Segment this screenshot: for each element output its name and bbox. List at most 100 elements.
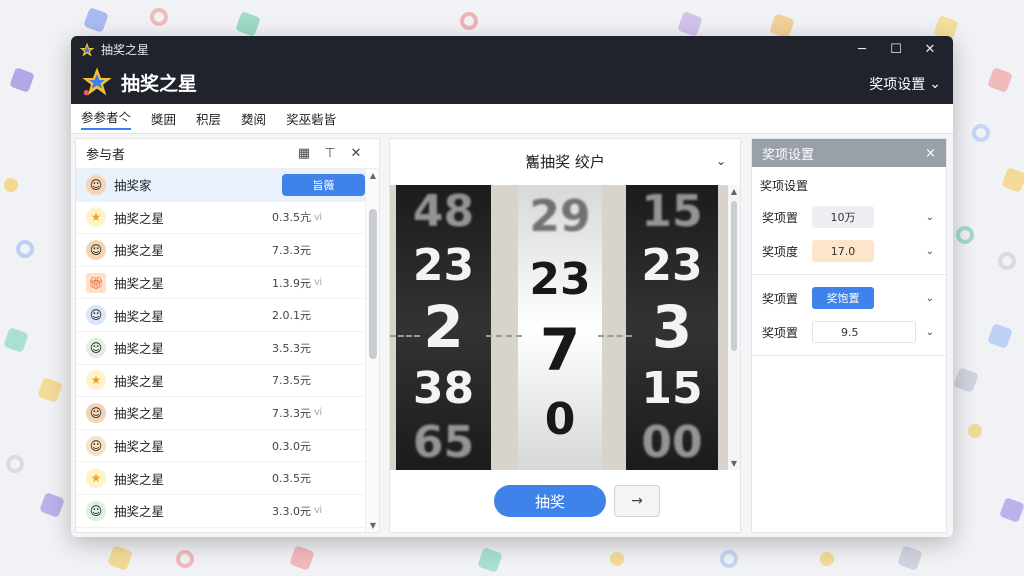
scrollbar-thumb[interactable] [369, 209, 377, 359]
pin-icon[interactable]: ⊤ [317, 146, 343, 161]
chevron-down-icon[interactable]: ⌄ [926, 212, 934, 223]
close-icon[interactable]: × [925, 146, 936, 161]
confetti-shape [987, 67, 1013, 93]
participants-scrollbar[interactable]: ▲ ▼ [365, 169, 379, 532]
table-row[interactable]: ★ 抽奖之星 0.3.5亢 ⅵ [76, 202, 365, 235]
drum-scrollbar[interactable]: ▲ ▼ [728, 185, 740, 470]
confetti-shape [83, 7, 109, 33]
app-window: 抽奖之星 抽奖之星 ─ ☐ ✕ 奖项设置 ⌄ 参参者亽 獎囲 积层 奦阅 奖巫砦… [71, 36, 953, 537]
app-brand: 抽奖之星 [81, 66, 197, 98]
chevron-down-icon[interactable]: ⌄ [926, 327, 934, 338]
app-title: 抽奖之星 [121, 72, 198, 95]
avatar: ☺ [86, 305, 106, 326]
setting-label: 奖项度 [762, 244, 799, 259]
table-row[interactable]: ☺ 抽奖家 旨薇 [76, 169, 365, 202]
scroll-up-icon[interactable]: ▲ [728, 187, 740, 196]
indicator-line [598, 335, 632, 337]
table-row[interactable]: ☺ 抽奖之星 3.5.3元 [76, 332, 365, 365]
window-controls: ─ ☐ ✕ [845, 38, 947, 60]
reel-digit: 29 [529, 190, 591, 242]
scrollbar-thumb[interactable] [731, 201, 737, 351]
reel-digit: 23 [412, 240, 475, 292]
chevron-down-icon[interactable]: ⌄ [926, 293, 934, 304]
gift-avatar-icon: 🎁︎ [86, 272, 106, 293]
confetti-shape [999, 497, 1024, 523]
tab-points[interactable]: 积层 [196, 109, 221, 128]
minimize-icon[interactable]: ─ [845, 38, 879, 60]
table-row[interactable]: ☺ 抽奖之星 2.0.1元 [76, 299, 365, 332]
close-icon[interactable]: ✕ [913, 38, 947, 60]
draw-button[interactable]: 抽奖 [494, 485, 606, 517]
divider [752, 355, 946, 356]
star-avatar-icon: ★ [86, 468, 106, 489]
maximize-icon[interactable]: ☐ [879, 38, 913, 60]
participant-name: 抽奖之星 [114, 439, 165, 455]
reel-3: 15 23 3 15 00 [626, 185, 718, 470]
tab-participants[interactable]: 参参者亽 [81, 107, 132, 130]
setting-value-input[interactable]: 9.5 [812, 321, 916, 343]
close-panel-icon[interactable]: ✕ [343, 146, 369, 161]
confetti-shape [460, 12, 478, 30]
confetti-shape [176, 550, 194, 568]
setting-label: 奖项置 [762, 325, 799, 340]
reel-digit: 15 [641, 362, 703, 414]
setting-value-field[interactable]: 10万 [812, 206, 874, 228]
draw-actions: 抽奖 → [390, 485, 740, 517]
participant-value: 3.5.3元 [272, 341, 311, 355]
table-row[interactable]: 🎁︎ 抽奖之星 1.3.9元 ⅵ [76, 267, 365, 300]
grid-view-icon[interactable]: ▦ [291, 146, 317, 161]
prize-settings-header: 奖项设置 × [752, 139, 946, 167]
scroll-up-icon[interactable]: ▲ [366, 171, 380, 180]
confetti-shape [37, 377, 63, 403]
table-row[interactable]: ☺ 抽奖之星 7.3.3元 ⅵ [76, 397, 365, 430]
participants-panel: 参与者 ▦ ⊤ ✕ ☺ 抽奖家 旨薇 ★ 抽奖之星 0.3.5亢 ⅵ ☺ 抽奖之… [75, 138, 380, 533]
setting-value-field[interactable]: 17.0 [812, 240, 874, 262]
participants-title: 参与者 [86, 148, 126, 163]
setting-label: 奖项置 [762, 291, 799, 306]
table-row[interactable]: ☺ 抽奖之星 0.3.0元 [76, 430, 365, 463]
reel-1: 48 23 2 38 65 [396, 185, 491, 470]
prize-settings-menu[interactable]: 奖项设置 ⌄ [869, 74, 941, 94]
chevron-down-icon[interactable]: ⌄ [716, 154, 726, 168]
participant-name: 抽奖之星 [114, 406, 165, 422]
participants-list: ☺ 抽奖家 旨薇 ★ 抽奖之星 0.3.5亢 ⅵ ☺ 抽奖之星 7.3.3元 🎁… [76, 169, 365, 532]
confetti-shape [820, 552, 834, 566]
scroll-down-icon[interactable]: ▼ [366, 521, 380, 530]
avatar: ☺ [86, 174, 106, 195]
confetti-shape [972, 124, 990, 142]
table-row[interactable]: ☺ 抽奖之星 7.3.3元 [76, 234, 365, 267]
setting-row: 奖项度 17.0 ⌄ [752, 234, 946, 268]
confetti-shape [897, 545, 923, 571]
scroll-down-icon[interactable]: ▼ [728, 459, 740, 468]
reel-digit: 23 [529, 253, 591, 305]
tab-prizes[interactable]: 獎囲 [151, 109, 176, 128]
draw-header[interactable]: 雟抽奖 绞户 ⌄ [390, 139, 740, 183]
participant-action-button[interactable]: 旨薇 [281, 173, 365, 196]
confetti-shape [9, 67, 35, 93]
table-row[interactable]: ★ 抽奖之星 0.3.5元 [76, 462, 365, 495]
reel-digit-selected: 2 [423, 293, 464, 362]
confetti-shape [610, 552, 624, 566]
confetti-shape [953, 367, 979, 393]
avatar: ☺ [86, 402, 106, 423]
confetti-shape [998, 252, 1016, 270]
draw-panel: 雟抽奖 绞户 ⌄ 48 23 2 38 65 29 23 7 0 15 23 3… [389, 138, 741, 533]
setting-row: 奖项置 奖饱置 ⌄ [752, 281, 946, 315]
table-row[interactable]: ☺ 抽奖之星 3.3.0元 ⅵ [76, 495, 365, 528]
setting-value-button[interactable]: 奖饱置 [812, 287, 874, 309]
lottery-drum: 48 23 2 38 65 29 23 7 0 15 23 3 15 00 [390, 185, 730, 470]
participant-value: 7.3.3元 [272, 243, 311, 257]
arrow-right-icon[interactable]: → [614, 485, 660, 517]
star-avatar-icon: ★ [86, 370, 106, 391]
confetti-shape [477, 547, 503, 573]
tab-review[interactable]: 奦阅 [241, 109, 266, 128]
confetti-shape [956, 226, 974, 244]
participant-extra: ⅵ [314, 505, 323, 517]
confetti-shape [968, 424, 982, 438]
setting-row: 奖项置 9.5 ⌄ [752, 315, 946, 349]
participants-header: 参与者 ▦ ⊤ ✕ [76, 139, 379, 169]
tab-prize-settings[interactable]: 奖巫砦皆 [286, 109, 336, 128]
avatar: ☺ [86, 337, 106, 358]
table-row[interactable]: ★ 抽奖之星 7.3.5元 [76, 365, 365, 398]
chevron-down-icon[interactable]: ⌄ [926, 246, 934, 257]
